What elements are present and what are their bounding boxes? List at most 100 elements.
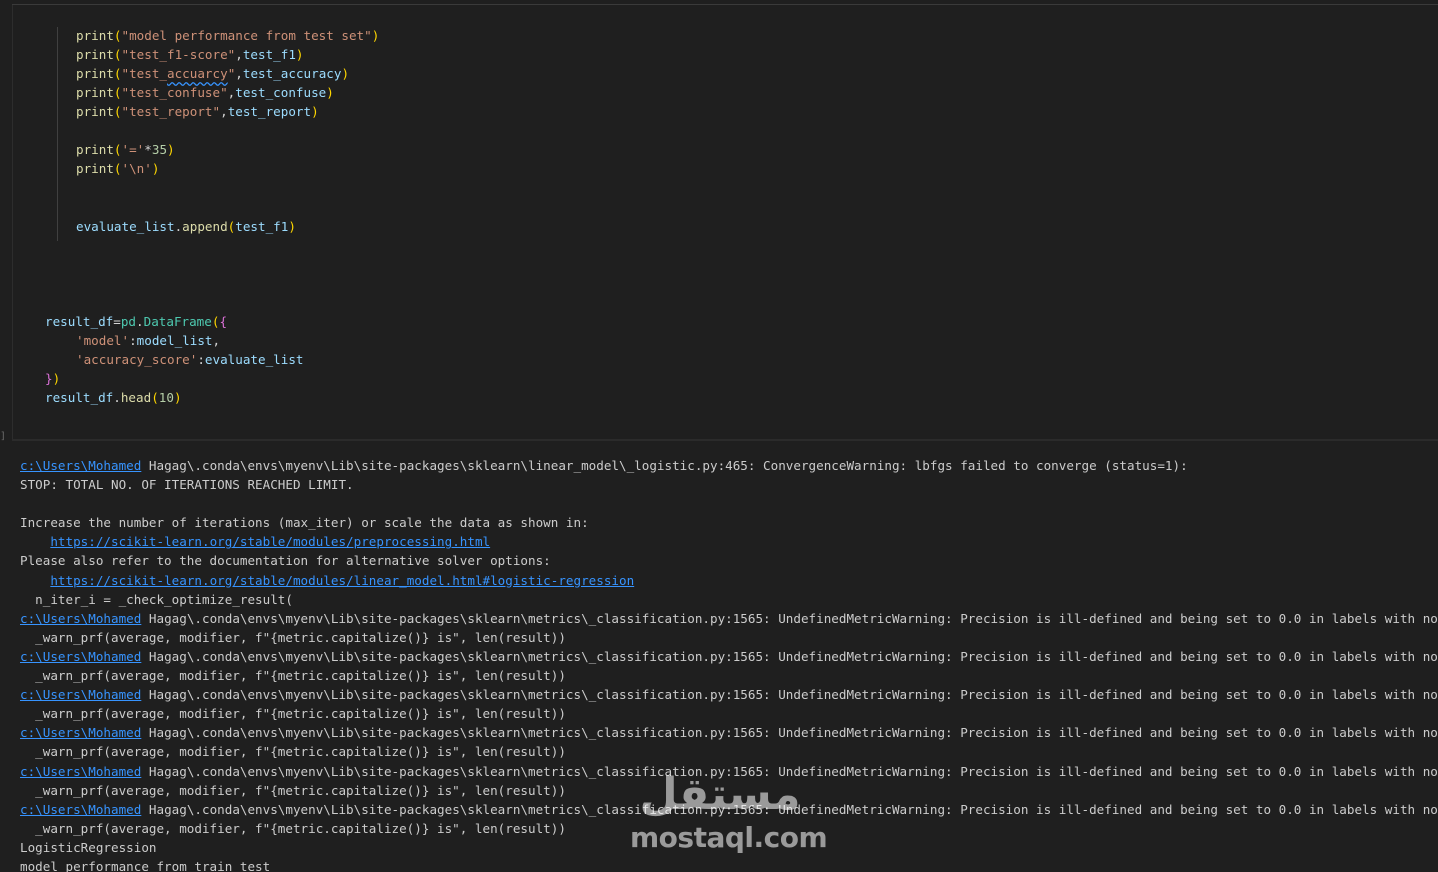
code-token: model_list: [136, 332, 213, 348]
code-token: ): [295, 47, 304, 63]
code-token: =: [113, 313, 121, 329]
output-line: _warn_prf(average, modifier, f"{metric.c…: [20, 628, 1438, 647]
code-token: ): [173, 389, 182, 405]
output-line-text: Hagag\.conda\envs\myenv\Lib\site-package…: [141, 687, 1438, 703]
code-token: ): [341, 66, 350, 82]
code-token: .: [113, 389, 121, 405]
output-line-text: _warn_prf(average, modifier, f"{metric.c…: [20, 744, 566, 760]
code-token: (: [113, 142, 122, 158]
output-line: c:\Users\Mohamed Hagag\.conda\envs\myenv…: [20, 685, 1438, 704]
code-token: print: [76, 142, 114, 158]
output-line-text: model performance from train test: [20, 858, 271, 872]
code-token: (: [113, 47, 122, 63]
code-token: test_f1: [242, 47, 296, 63]
code-line[interactable]: evaluate_list.append(test_f1): [76, 217, 296, 236]
code-line[interactable]: }): [45, 369, 60, 388]
output-file-link[interactable]: c:\Users\Mohamed: [20, 649, 141, 664]
output-line: c:\Users\Mohamed Hagag\.conda\envs\myenv…: [20, 647, 1438, 666]
output-file-link[interactable]: https://scikit-learn.org/stable/modules/…: [50, 534, 490, 549]
code-token: '=': [121, 142, 145, 158]
output-line-text: _warn_prf(average, modifier, f"{metric.c…: [20, 668, 566, 684]
output-text: c:\Users\Mohamed Hagag\.conda\envs\myenv…: [20, 456, 1438, 872]
code-line[interactable]: 'accuracy_score':evaluate_list: [76, 350, 304, 369]
cell-output-divider: [12, 439, 1438, 441]
code-token: *: [144, 142, 152, 158]
code-token: ): [371, 28, 380, 43]
output-line: _warn_prf(average, modifier, f"{metric.c…: [20, 666, 1438, 685]
code-token: ,: [212, 332, 221, 348]
code-line[interactable]: print("test_report",test_report): [76, 102, 319, 121]
code-token: accuarcy: [167, 66, 228, 82]
code-token: result_df: [45, 313, 114, 329]
output-line: model performance from train test: [20, 857, 1438, 872]
code-token: ): [311, 104, 319, 120]
code-token: ): [288, 218, 296, 234]
code-line[interactable]: print("test_confuse",test_confuse): [76, 83, 334, 102]
output-file-link[interactable]: c:\Users\Mohamed: [20, 611, 141, 626]
code-token: 'model': [76, 332, 130, 348]
output-line-text: Increase the number of iterations (max_i…: [20, 515, 589, 531]
output-line: c:\Users\Mohamed Hagag\.conda\envs\myenv…: [20, 762, 1438, 781]
code-line[interactable]: print("model performance from test set"): [76, 26, 379, 45]
code-token: test_report: [227, 104, 312, 120]
code-token: ): [326, 85, 334, 101]
output-file-link[interactable]: c:\Users\Mohamed: [20, 687, 141, 702]
output-line: c:\Users\Mohamed Hagag\.conda\envs\myenv…: [20, 723, 1438, 742]
code-cell[interactable]: print("model performance from test set")…: [12, 5, 1438, 439]
code-line[interactable]: result_df.head(10): [45, 388, 182, 407]
code-line[interactable]: 'model':model_list,: [76, 331, 220, 350]
output-line: c:\Users\Mohamed Hagag\.conda\envs\myenv…: [20, 609, 1438, 628]
code-token: (: [113, 161, 122, 177]
code-line[interactable]: print('\n'): [76, 159, 159, 178]
output-line: _warn_prf(average, modifier, f"{metric.c…: [20, 742, 1438, 761]
code-token: 10: [158, 389, 174, 405]
code-token: test_accuracy: [242, 66, 342, 82]
code-token: (: [113, 85, 122, 101]
code-token: print: [76, 161, 114, 177]
code-token: "test_report": [121, 104, 221, 120]
code-token: .: [136, 313, 144, 329]
output-line: c:\Users\Mohamed Hagag\.conda\envs\myenv…: [20, 800, 1438, 819]
output-line-text: LogisticRegression: [20, 839, 157, 855]
output-line: https://scikit-learn.org/stable/modules/…: [20, 571, 1438, 590]
code-token: ): [52, 370, 61, 386]
code-token: '\n': [121, 161, 152, 177]
code-token: 35: [151, 142, 168, 158]
output-file-link[interactable]: c:\Users\Mohamed: [20, 764, 141, 779]
code-token: print: [76, 104, 114, 120]
code-token: append: [182, 218, 228, 234]
code-token: (: [151, 389, 159, 405]
output-file-link[interactable]: c:\Users\Mohamed: [20, 802, 141, 817]
output-line: _warn_prf(average, modifier, f"{metric.c…: [20, 781, 1438, 800]
code-token: (: [113, 104, 122, 120]
indent-guide: [57, 27, 58, 241]
output-line: c:\Users\Mohamed Hagag\.conda\envs\myenv…: [20, 456, 1438, 475]
output-file-link[interactable]: c:\Users\Mohamed: [20, 458, 141, 473]
output-line-text: _warn_prf(average, modifier, f"{metric.c…: [20, 820, 566, 836]
output-indent: [20, 573, 50, 588]
output-line: LogisticRegression: [20, 838, 1438, 857]
output-line: Please also refer to the documentation f…: [20, 551, 1438, 570]
output-line-text: Hagag\.conda\envs\myenv\Lib\site-package…: [141, 725, 1438, 741]
code-token: evaluate_list: [76, 218, 175, 234]
code-token: ): [151, 161, 160, 177]
output-line-text: Hagag\.conda\envs\myenv\Lib\site-package…: [141, 801, 1438, 817]
code-token: result_df: [45, 389, 114, 405]
code-line[interactable]: print('='*35): [76, 140, 175, 159]
code-line[interactable]: print("test_accuarcy",test_accuracy): [76, 64, 349, 83]
output-line: _warn_prf(average, modifier, f"{metric.c…: [20, 819, 1438, 838]
code-line[interactable]: print("test_f1-score",test_f1): [76, 45, 304, 64]
code-token: }: [45, 370, 53, 386]
output-file-link[interactable]: https://scikit-learn.org/stable/modules/…: [50, 573, 634, 588]
code-token: print: [76, 66, 114, 82]
output-file-link[interactable]: c:\Users\Mohamed: [20, 725, 141, 740]
code-token: ): [167, 142, 175, 158]
output-indent: [20, 534, 50, 549]
code-token: test_f1: [235, 218, 289, 234]
code-token: print: [76, 85, 114, 101]
code-line[interactable]: result_df=pd.DataFrame({: [45, 312, 227, 331]
output-line-text: _warn_prf(average, modifier, f"{metric.c…: [20, 706, 566, 722]
output-line-text: Hagag\.conda\envs\myenv\Lib\site-package…: [141, 763, 1438, 779]
output-line-text: _warn_prf(average, modifier, f"{metric.c…: [20, 629, 566, 645]
